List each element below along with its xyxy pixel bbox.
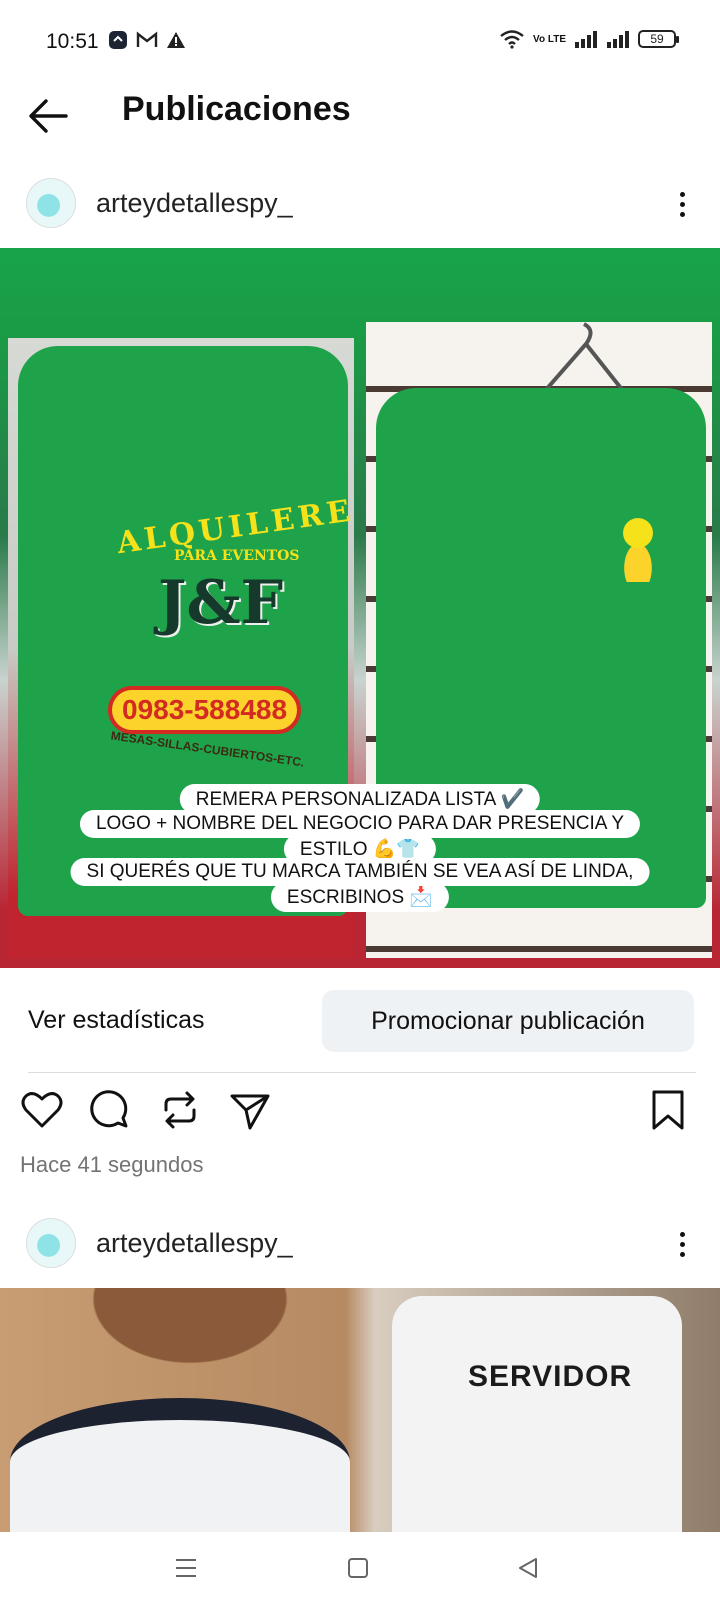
warning-icon (167, 32, 185, 48)
photo-vest (392, 1296, 682, 1532)
photo-collar (10, 1398, 350, 1532)
vest-text: SERVIDOR (468, 1360, 633, 1393)
post-timestamp: Hace 41 segundos (20, 1152, 204, 1177)
app-notification-icon (109, 31, 127, 49)
post-header: arteydetallespy_ (0, 1202, 720, 1286)
caption-line: ESCRIBINOS 📩 (270, 882, 450, 912)
back-triangle-icon[interactable] (508, 1550, 548, 1586)
comment-icon[interactable] (88, 1088, 132, 1132)
post-username[interactable]: arteydetallespy_ (96, 1228, 293, 1259)
repost-icon[interactable] (158, 1088, 202, 1132)
chest-logo (606, 512, 670, 582)
notification-icons (108, 30, 186, 50)
gmail-icon (136, 31, 158, 47)
photo-neck (40, 1288, 340, 1398)
logo-mark: J&F (158, 568, 284, 638)
post-image[interactable]: ALQUILERES PARA EVENTOS J&F 0983-588488 … (0, 248, 720, 968)
page-title: Publicaciones (122, 90, 351, 128)
menu-icon[interactable] (166, 1550, 206, 1586)
avatar[interactable] (26, 1218, 76, 1268)
app-header (0, 84, 720, 164)
status-time: 10:51 (46, 30, 99, 53)
send-icon[interactable] (228, 1088, 272, 1132)
logo-phone: 0983-588488 (108, 686, 302, 734)
view-stats-link[interactable]: Ver estadísticas (28, 1006, 204, 1035)
status-bar: 10:51 Vo LTE 59 (0, 0, 720, 84)
post-image[interactable]: SERVIDOR (0, 1288, 720, 1532)
more-vertical-icon[interactable] (668, 1224, 696, 1264)
wifi-icon (500, 30, 524, 49)
avatar[interactable] (26, 178, 76, 228)
divider (28, 1072, 696, 1073)
volte-indicator: Vo LTE (533, 33, 566, 45)
arrow-left-icon[interactable] (26, 96, 70, 136)
heart-icon[interactable] (20, 1088, 64, 1132)
post-header: arteydetallespy_ (0, 162, 720, 246)
logo-sub-text: PARA EVENTOS (174, 548, 300, 564)
signal-icon (575, 31, 597, 48)
post-username[interactable]: arteydetallespy_ (96, 188, 293, 219)
home-icon[interactable] (338, 1550, 378, 1586)
promote-button[interactable]: Promocionar publicación (322, 990, 694, 1052)
battery-indicator: 59 (638, 30, 679, 48)
system-status-icons: Vo LTE 59 (499, 29, 679, 49)
more-vertical-icon[interactable] (668, 184, 696, 224)
signal-icon-2 (607, 31, 629, 48)
bookmark-icon[interactable] (646, 1088, 690, 1132)
